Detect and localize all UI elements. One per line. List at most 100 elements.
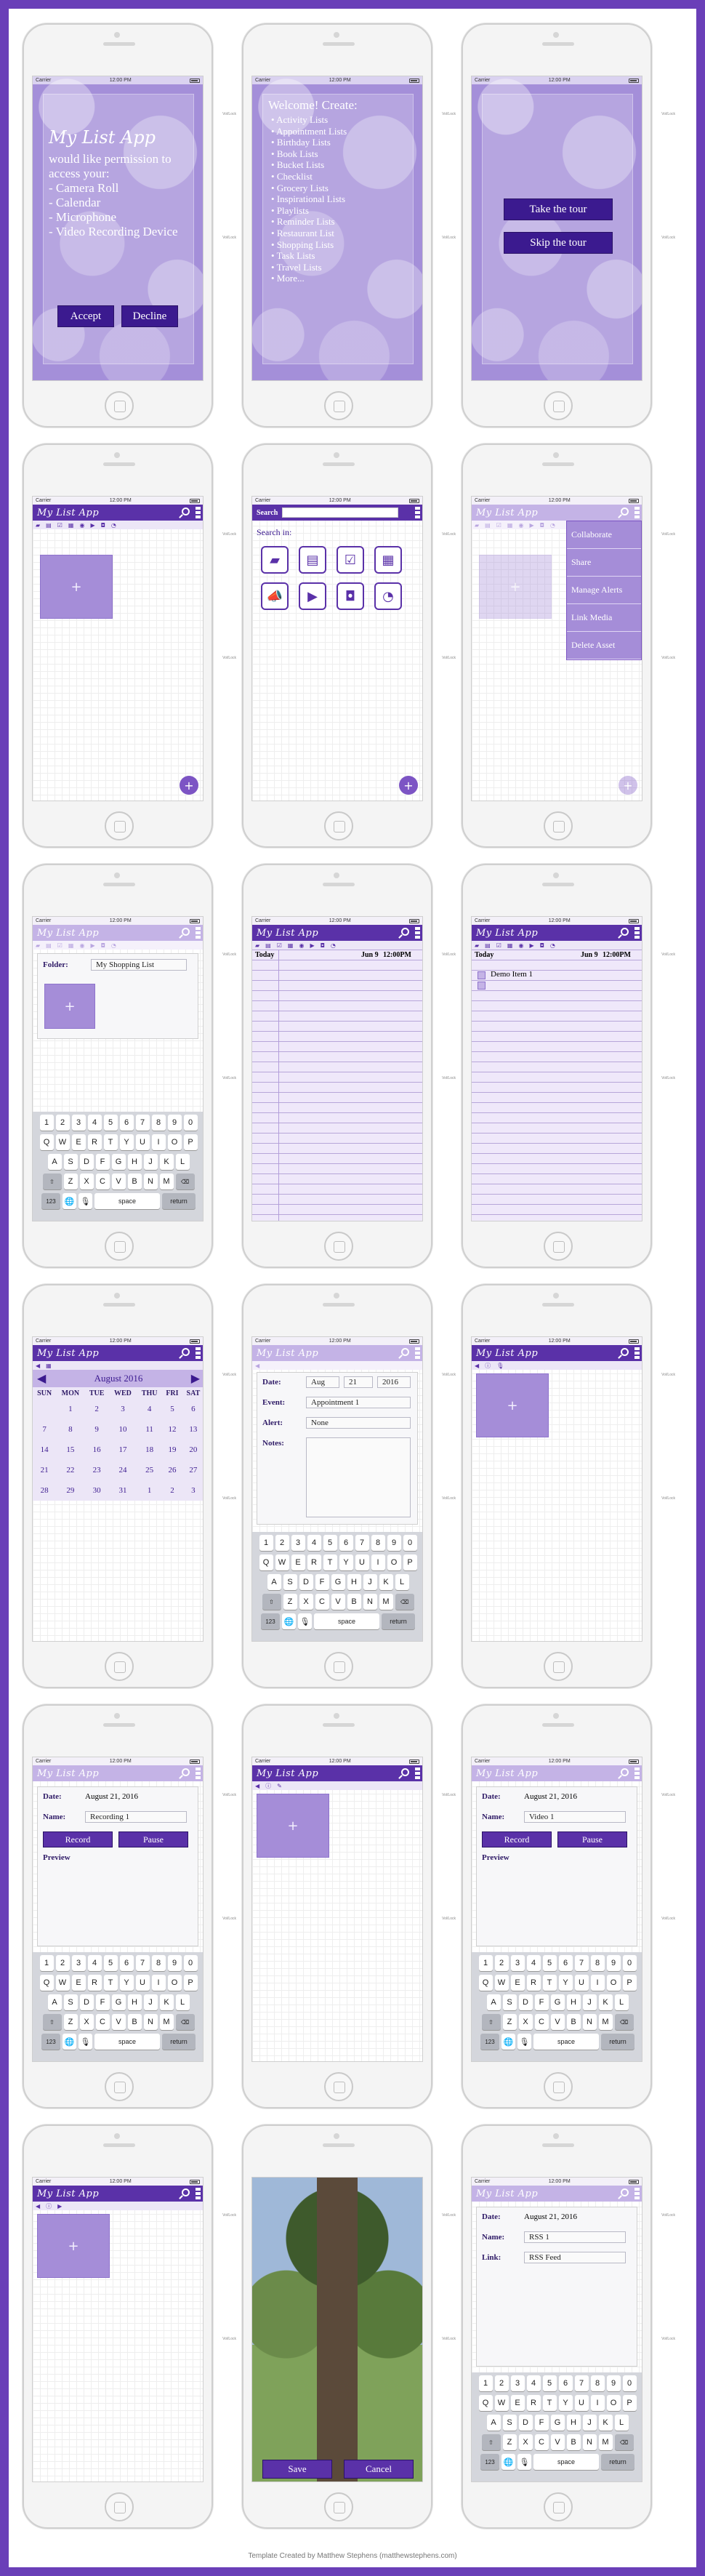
key[interactable]: 6 — [558, 2375, 573, 2391]
checklist-icon[interactable]: ☑ — [277, 942, 282, 949]
calendar-day[interactable]: 5 — [162, 1399, 182, 1419]
key[interactable]: L — [614, 2415, 629, 2431]
key[interactable]: U — [574, 1975, 589, 1991]
search-icon[interactable] — [621, 507, 629, 515]
info-icon[interactable]: ⓘ — [46, 2202, 52, 2210]
name-field[interactable]: Video 1 — [524, 1811, 626, 1823]
key[interactable]: N — [143, 1173, 158, 1189]
menu-icon[interactable] — [196, 1347, 201, 1359]
link-field[interactable]: RSS Feed — [524, 2252, 626, 2263]
folder-icon[interactable]: ▰ — [475, 522, 479, 529]
decline-button[interactable]: Decline — [121, 305, 178, 327]
key[interactable]: J — [143, 1154, 158, 1170]
camera-icon[interactable]: ◘ — [540, 522, 544, 529]
search-folder-icon[interactable]: ▰ — [261, 546, 289, 574]
shift-key[interactable]: ⇧ — [42, 2014, 62, 2030]
backspace-key[interactable]: ⌫ — [614, 2014, 634, 2030]
menu-icon[interactable] — [634, 927, 640, 939]
folder-icon[interactable]: ▰ — [255, 942, 259, 949]
key[interactable]: O — [606, 2395, 621, 2411]
notes-field[interactable] — [306, 1437, 411, 1517]
search-icon[interactable] — [182, 507, 190, 515]
calendar-day[interactable]: 9 — [85, 1419, 109, 1440]
key[interactable]: N — [363, 1594, 377, 1610]
key[interactable]: C — [315, 1594, 329, 1610]
key[interactable]: A — [47, 1994, 62, 2010]
shift-key[interactable]: ⇧ — [481, 2434, 501, 2450]
key[interactable]: 8 — [151, 1955, 166, 1971]
key[interactable]: P — [183, 1975, 198, 1991]
key[interactable]: F — [315, 1574, 329, 1590]
take-tour-button[interactable]: Take the tour — [504, 198, 613, 220]
key[interactable]: T — [542, 1975, 557, 1991]
add-button[interactable]: + — [180, 776, 198, 795]
calendar-day[interactable]: 7 — [33, 1419, 56, 1440]
accept-button[interactable]: Accept — [57, 305, 114, 327]
key[interactable]: 4 — [307, 1535, 321, 1551]
calendar-icon[interactable]: ▦ — [68, 942, 74, 949]
key[interactable]: 8 — [590, 1955, 605, 1971]
space-key[interactable]: space — [533, 2034, 599, 2050]
key[interactable]: A — [267, 1574, 281, 1590]
key[interactable]: M — [598, 2014, 613, 2030]
calendar-day[interactable]: 17 — [109, 1440, 137, 1460]
search-input[interactable] — [282, 507, 399, 518]
calendar-icon[interactable]: ▦ — [507, 522, 513, 529]
globe-key[interactable]: 🌐 — [63, 1193, 76, 1209]
key[interactable]: 9 — [167, 1115, 182, 1131]
next-month-icon[interactable]: ▶ — [191, 1371, 200, 1386]
search-icon[interactable] — [401, 1768, 409, 1776]
calendar-icon[interactable]: ▦ — [507, 942, 513, 949]
calendar-day[interactable]: 16 — [85, 1440, 109, 1460]
video-icon[interactable]: ▶ — [57, 2203, 62, 2210]
pause-button[interactable]: Pause — [118, 1831, 188, 1847]
search-audio-icon[interactable]: 📣 — [261, 582, 289, 610]
globe-key[interactable]: 🌐 — [501, 2454, 515, 2470]
key[interactable]: G — [331, 1574, 345, 1590]
search-icon[interactable] — [182, 2188, 190, 2196]
key[interactable]: V — [111, 1173, 126, 1189]
folder-icon[interactable]: ▰ — [36, 522, 40, 529]
back-icon[interactable]: ◀ — [255, 1363, 259, 1369]
key[interactable]: K — [598, 2415, 613, 2431]
key[interactable]: 1 — [478, 1955, 493, 1971]
asset-thumbnail[interactable]: + — [479, 555, 552, 619]
image-thumbnail[interactable]: + — [257, 1794, 329, 1858]
key[interactable]: A — [47, 1154, 62, 1170]
calendar-day[interactable]: 27 — [182, 1460, 203, 1480]
audio-icon[interactable]: ◉ — [518, 522, 523, 529]
menu-icon[interactable] — [415, 927, 420, 939]
key[interactable]: B — [347, 1594, 361, 1610]
key[interactable]: O — [167, 1975, 182, 1991]
home-button[interactable] — [324, 1232, 353, 1261]
rss-icon[interactable]: ◔ — [111, 522, 116, 529]
globe-key[interactable]: 🌐 — [501, 2034, 515, 2050]
key[interactable]: T — [103, 1975, 118, 1991]
key[interactable]: 2 — [494, 2375, 509, 2391]
key[interactable]: H — [566, 2415, 581, 2431]
key[interactable]: T — [103, 1134, 118, 1150]
menu-icon[interactable] — [634, 507, 640, 518]
key[interactable]: A — [486, 1994, 501, 2010]
menu-icon[interactable] — [196, 2188, 201, 2199]
search-icon[interactable] — [182, 1768, 190, 1776]
search-calendar-icon[interactable]: ▦ — [374, 546, 402, 574]
backspace-key[interactable]: ⌫ — [614, 2434, 634, 2450]
name-field[interactable]: Recording 1 — [85, 1811, 187, 1823]
key[interactable]: C — [534, 2014, 549, 2030]
space-key[interactable]: space — [94, 2034, 160, 2050]
key[interactable]: 3 — [291, 1535, 305, 1551]
key[interactable]: S — [63, 1154, 78, 1170]
calendar-icon[interactable]: ▦ — [68, 522, 74, 529]
list-type-item[interactable]: Task Lists — [271, 250, 347, 262]
calendar-day[interactable]: 10 — [109, 1419, 137, 1440]
key[interactable]: M — [379, 1594, 393, 1610]
key[interactable]: N — [143, 2014, 158, 2030]
folder-icon[interactable]: ▰ — [475, 942, 479, 949]
key[interactable]: K — [379, 1574, 393, 1590]
note-icon[interactable]: ▤ — [485, 522, 491, 529]
key[interactable]: 1 — [39, 1955, 54, 1971]
key[interactable]: 0 — [183, 1955, 198, 1971]
alert-field[interactable]: None — [306, 1417, 411, 1429]
menu-icon[interactable] — [415, 507, 420, 518]
